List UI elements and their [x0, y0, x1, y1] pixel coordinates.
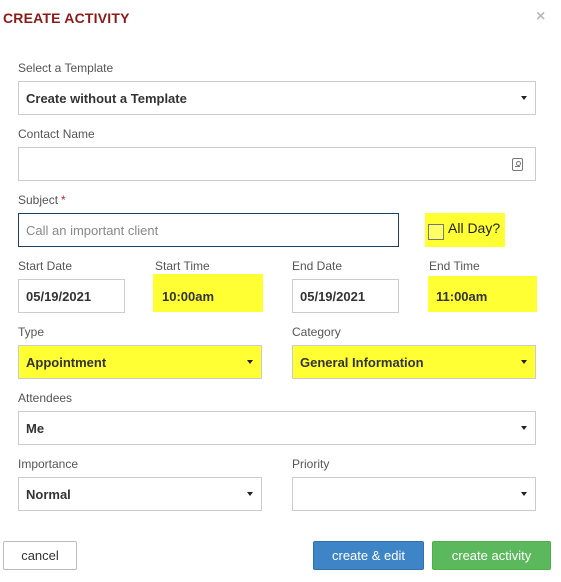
chevron-down-icon — [521, 96, 527, 100]
end-time-label: End Time — [429, 259, 480, 273]
contact-label: Contact Name — [18, 127, 95, 141]
cancel-button[interactable]: cancel — [3, 541, 77, 570]
attendees-label: Attendees — [18, 391, 73, 405]
subject-input[interactable]: Call an important client — [18, 213, 399, 247]
chevron-down-icon — [521, 360, 527, 364]
contact-card-icon[interactable] — [512, 158, 523, 171]
subject-label: Subject * — [18, 193, 66, 207]
contact-name-input[interactable] — [18, 147, 536, 181]
end-time-input[interactable]: 11:00am — [429, 279, 536, 313]
importance-value: Normal — [26, 486, 71, 502]
end-date-value: 05/19/2021 — [300, 288, 366, 304]
all-day-toggle[interactable]: All Day? — [425, 213, 505, 247]
required-marker: * — [61, 193, 66, 207]
start-time-value: 10:00am — [162, 288, 215, 304]
template-label: Select a Template — [18, 61, 114, 75]
importance-label: Importance — [18, 457, 79, 471]
type-select[interactable]: Appointment — [18, 345, 262, 379]
start-time-label: Start Time — [155, 259, 210, 273]
chevron-down-icon — [247, 492, 253, 496]
end-date-label: End Date — [292, 259, 343, 273]
create-activity-button[interactable]: create activity — [432, 541, 551, 570]
all-day-label: All Day? — [448, 220, 501, 236]
start-date-input[interactable]: 05/19/2021 — [18, 279, 125, 313]
type-label: Type — [18, 325, 45, 339]
category-select[interactable]: General Information — [292, 345, 536, 379]
start-date-value: 05/19/2021 — [26, 288, 92, 304]
dialog-title: CREATE ACTIVITY — [3, 10, 130, 26]
attendees-select[interactable]: Me — [18, 411, 536, 445]
chevron-down-icon — [521, 492, 527, 496]
priority-select[interactable] — [292, 477, 536, 511]
importance-select[interactable]: Normal — [18, 477, 262, 511]
all-day-checkbox[interactable] — [428, 224, 444, 240]
attendees-value: Me — [26, 420, 45, 436]
end-date-input[interactable]: 05/19/2021 — [292, 279, 399, 313]
template-select[interactable]: Create without a Template — [18, 81, 536, 115]
category-label: Category — [292, 325, 341, 339]
create-and-edit-button[interactable]: create & edit — [313, 541, 424, 570]
type-value: Appointment — [26, 354, 107, 370]
chevron-down-icon — [247, 360, 253, 364]
end-time-value: 11:00am — [436, 288, 488, 304]
close-icon[interactable]: × — [536, 9, 545, 25]
chevron-down-icon — [521, 426, 527, 430]
subject-placeholder: Call an important client — [26, 222, 159, 238]
template-select-value: Create without a Template — [26, 90, 187, 106]
start-date-label: Start Date — [18, 259, 73, 273]
start-time-input[interactable]: 10:00am — [155, 279, 262, 313]
category-value: General Information — [300, 354, 424, 370]
priority-label: Priority — [292, 457, 330, 471]
subject-label-text: Subject — [18, 193, 59, 207]
